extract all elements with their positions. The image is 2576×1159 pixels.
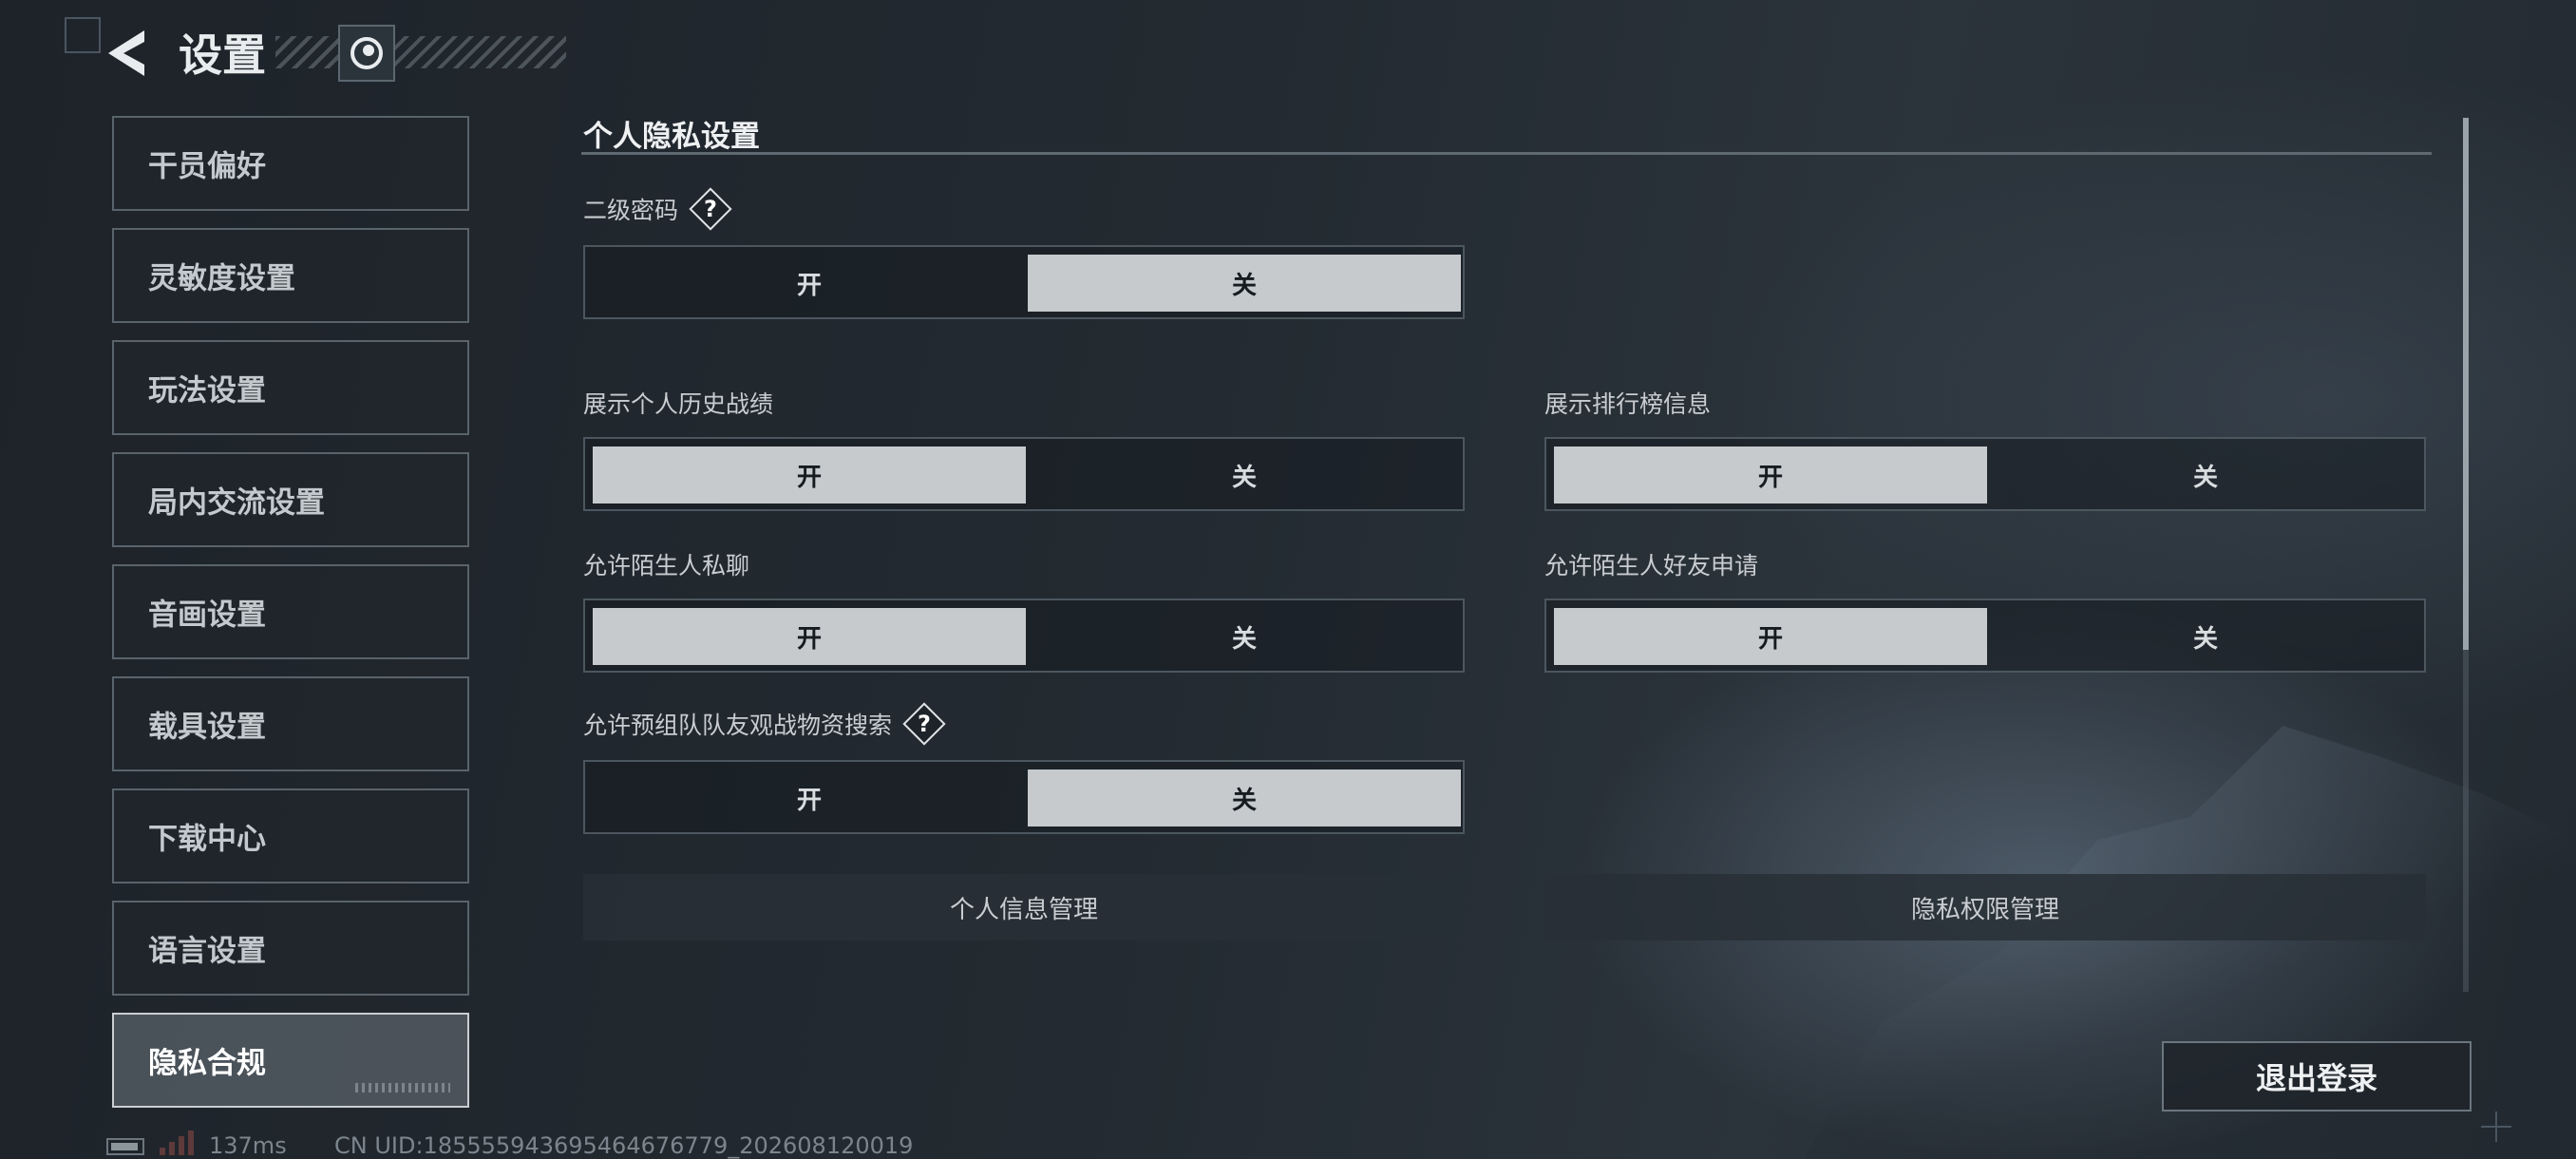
option-on[interactable]: 开 bbox=[1554, 608, 1987, 665]
option-off[interactable]: 关 bbox=[1028, 255, 1461, 312]
show-leaderboard-label: 展示排行榜信息 bbox=[1544, 390, 1712, 418]
sidebar-item-sensitivity[interactable]: 灵敏度设置 bbox=[112, 228, 469, 323]
sidebar-item-label: 音画设置 bbox=[148, 598, 266, 633]
page-title: 设置 bbox=[179, 29, 266, 81]
logout-button[interactable]: 退出登录 bbox=[2162, 1041, 2472, 1112]
sidebar-item-download-center[interactable]: 下载中心 bbox=[112, 788, 469, 884]
sidebar-item-gameplay[interactable]: 玩法设置 bbox=[112, 340, 469, 435]
sidebar-item-operator-preference[interactable]: 干员偏好 bbox=[112, 116, 469, 211]
option-off[interactable]: 关 bbox=[1989, 608, 2422, 665]
sidebar-item-label: 玩法设置 bbox=[148, 373, 266, 408]
sidebar-item-label: 灵敏度设置 bbox=[148, 261, 295, 296]
sidebar-item-privacy-compliance[interactable]: 隐私合规 bbox=[112, 1013, 469, 1108]
section-divider bbox=[581, 152, 2432, 155]
option-on[interactable]: 开 bbox=[593, 608, 1026, 665]
profile-icon[interactable] bbox=[338, 25, 395, 82]
corner-frame-mark bbox=[65, 17, 101, 53]
option-on[interactable]: 开 bbox=[593, 255, 1026, 312]
show-history-toggle: 开 关 bbox=[583, 437, 1465, 511]
ping-readout: 137ms bbox=[209, 1132, 287, 1159]
stranger-friend-toggle: 开 关 bbox=[1544, 598, 2426, 673]
option-off[interactable]: 关 bbox=[1028, 608, 1461, 665]
scrollbar[interactable] bbox=[2463, 118, 2469, 992]
sidebar-item-label: 语言设置 bbox=[148, 934, 266, 969]
sidebar-item-label: 下载中心 bbox=[148, 822, 266, 857]
stranger-chat-toggle: 开 关 bbox=[583, 598, 1465, 673]
option-off[interactable]: 关 bbox=[1989, 446, 2422, 504]
sidebar-item-in-game-communication[interactable]: 局内交流设置 bbox=[112, 452, 469, 547]
active-item-decoration bbox=[355, 1083, 450, 1092]
privacy-permission-management-button[interactable]: 隐私权限管理 bbox=[1544, 874, 2426, 940]
sidebar-item-label: 局内交流设置 bbox=[148, 485, 325, 521]
team-search-label: 允许预组队队友观战物资搜索 bbox=[583, 712, 893, 739]
show-history-label: 展示个人历史战绩 bbox=[583, 390, 774, 418]
signal-icon bbox=[160, 1130, 198, 1155]
back-arrow-icon[interactable] bbox=[104, 28, 148, 78]
option-on[interactable]: 开 bbox=[593, 770, 1026, 826]
option-off[interactable]: 关 bbox=[1028, 446, 1461, 504]
help-icon[interactable]: ? bbox=[902, 702, 946, 746]
section-title: 个人隐私设置 bbox=[583, 120, 760, 154]
avatar-glyph-icon bbox=[350, 37, 383, 69]
secondary-password-label: 二级密码 bbox=[583, 197, 679, 224]
team-search-label-row: 允许预组队队友观战物资搜索 ? bbox=[583, 702, 946, 746]
corner-plus-icon bbox=[2481, 1112, 2511, 1142]
sidebar-item-vehicle[interactable]: 载具设置 bbox=[112, 676, 469, 771]
sidebar-item-audio-video[interactable]: 音画设置 bbox=[112, 564, 469, 659]
uid-readout: CN UID:18555594369546467677​9_2026081200… bbox=[334, 1132, 914, 1159]
team-search-toggle: 开 关 bbox=[583, 760, 1465, 834]
header-decoration bbox=[275, 36, 566, 68]
show-leaderboard-toggle: 开 关 bbox=[1544, 437, 2426, 511]
sidebar-item-label: 隐私合规 bbox=[148, 1046, 266, 1081]
battery-icon bbox=[106, 1138, 144, 1155]
stranger-chat-label: 允许陌生人私聊 bbox=[583, 552, 750, 580]
help-icon[interactable]: ? bbox=[689, 187, 732, 231]
stranger-friend-label: 允许陌生人好友申请 bbox=[1544, 552, 1759, 580]
option-on[interactable]: 开 bbox=[1554, 446, 1987, 504]
secondary-password-label-row: 二级密码 ? bbox=[583, 187, 732, 231]
sidebar-item-label: 干员偏好 bbox=[148, 149, 266, 184]
secondary-password-toggle: 开 关 bbox=[583, 245, 1465, 319]
sidebar-item-language[interactable]: 语言设置 bbox=[112, 901, 469, 996]
scrollbar-thumb[interactable] bbox=[2463, 118, 2469, 650]
option-on[interactable]: 开 bbox=[593, 446, 1026, 504]
personal-info-management-button[interactable]: 个人信息管理 bbox=[583, 874, 1465, 940]
option-off[interactable]: 关 bbox=[1028, 770, 1461, 826]
sidebar-item-label: 载具设置 bbox=[148, 710, 266, 745]
